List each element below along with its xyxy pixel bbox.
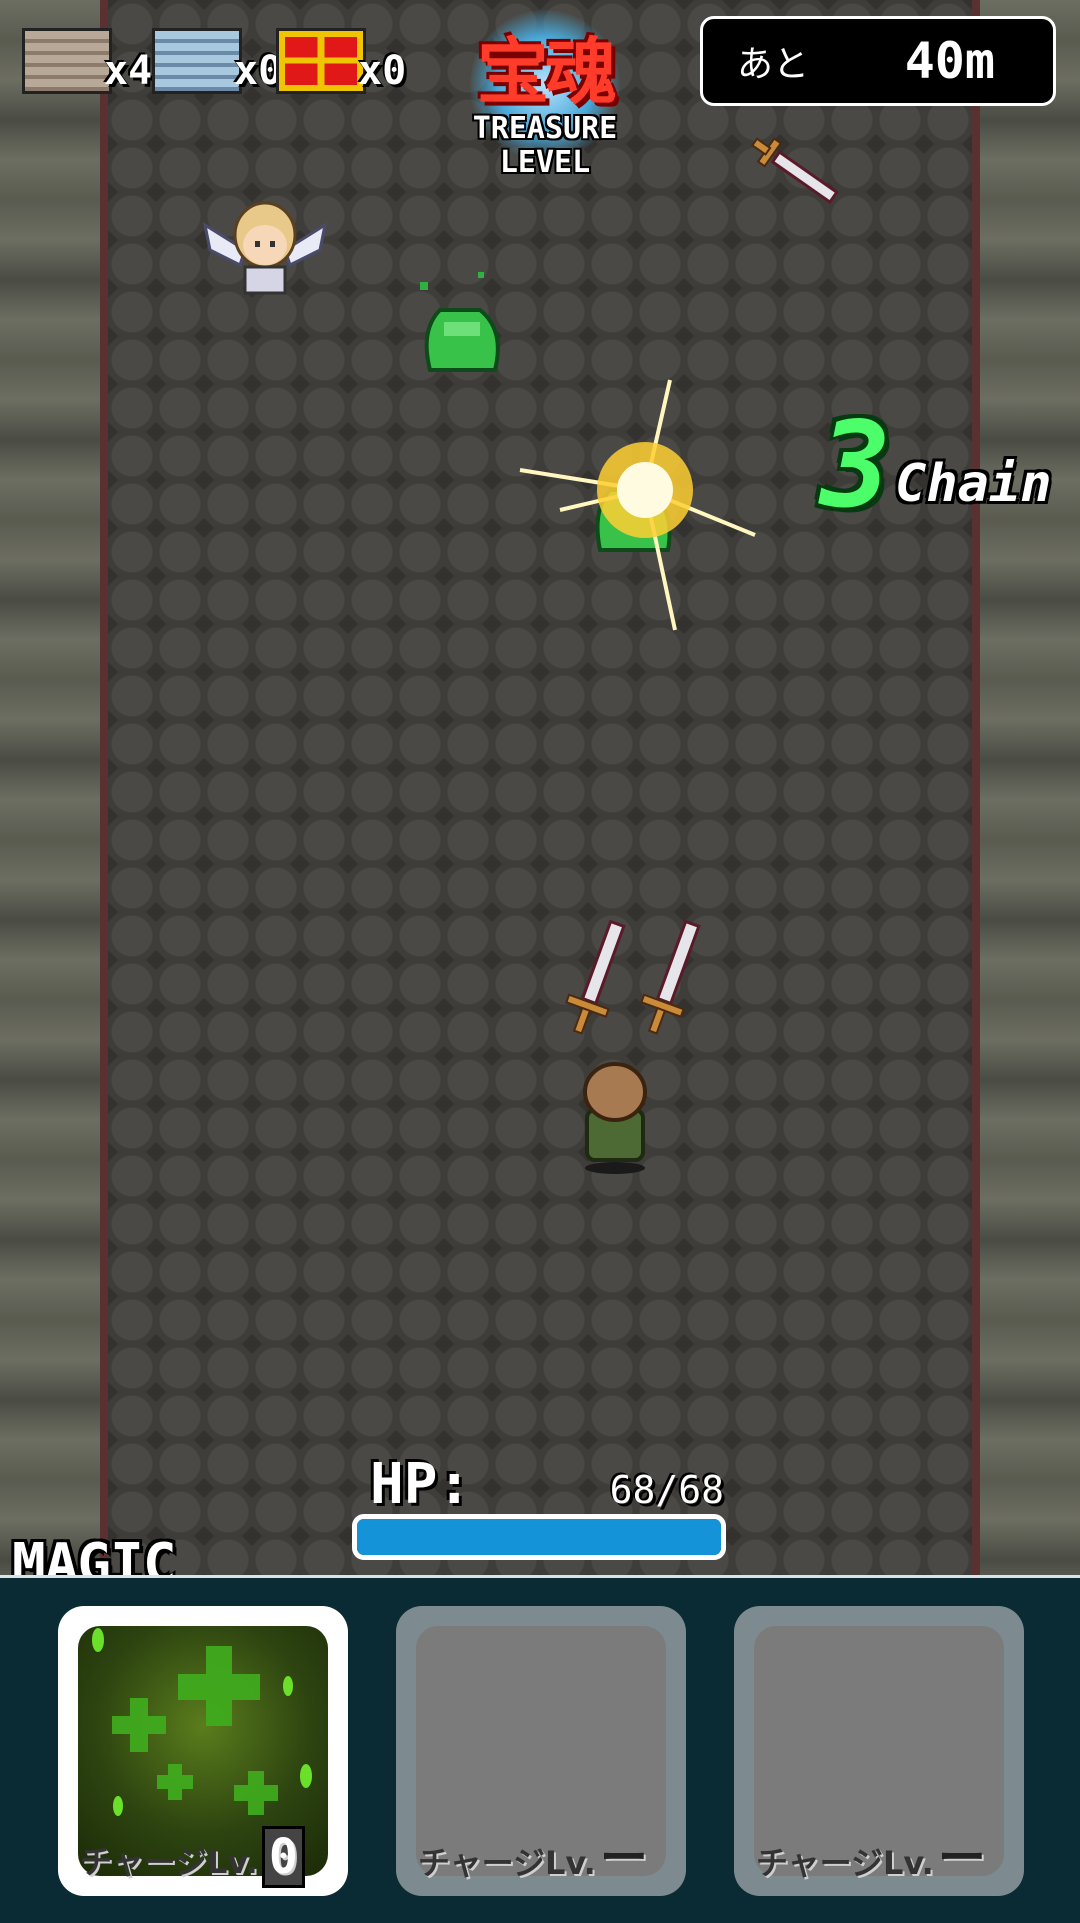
thrown-sword-sprite <box>751 137 839 205</box>
charge-level-label: チャージLv. <box>80 1843 258 1881</box>
dungeon-wall-left <box>0 0 108 1575</box>
silver-chest-count: x0 <box>234 48 283 94</box>
magic-panel: チャージLv. 0 チャージLv.ー チャージLv.ー <box>0 1575 1080 1923</box>
silver-chest-counter: x0 <box>152 28 282 94</box>
magic-slot-3-caption: チャージLv.ー <box>756 1818 986 1888</box>
distance-value: 40m <box>904 32 995 90</box>
hp-bar <box>352 1514 726 1560</box>
magic-slot-2-caption: チャージLv.ー <box>418 1818 648 1888</box>
hp-value: 68/68 <box>609 1468 724 1512</box>
hit-effect-explosion <box>519 379 756 631</box>
fairy-ally-sprite <box>202 201 328 295</box>
charge-level-label: チャージLv. <box>756 1844 934 1882</box>
charge-level-value: 0 <box>261 1826 305 1888</box>
wooden-chest-counter: x4 <box>22 28 152 94</box>
gold-chest-counter: x0 <box>276 28 406 94</box>
charge-level-value: ー <box>937 1830 986 1886</box>
distance-label: あと <box>737 44 810 85</box>
game-field[interactable]: 3 Chain x4 x0 x0 宝魂 TREASURE LEVEL あと 40… <box>0 0 1080 1575</box>
chain-label: Chain <box>895 454 1052 514</box>
charge-level-label: チャージLv. <box>418 1844 596 1882</box>
hp-label: HP: <box>370 1452 472 1517</box>
chain-number: 3 <box>820 396 892 534</box>
magic-slot-2[interactable]: チャージLv.ー <box>396 1606 686 1896</box>
treasure-label-line2: LEVEL <box>499 145 591 180</box>
player-hero-sprite[interactable] <box>575 1060 655 1175</box>
silver-chest-icon <box>152 28 242 94</box>
distance-remaining-box: あと 40m <box>700 16 1056 106</box>
gold-chest-count: x0 <box>358 48 407 94</box>
magic-label: MAGIC <box>12 1532 177 1575</box>
magic-slot-1[interactable]: チャージLv. 0 <box>58 1606 348 1896</box>
charge-level-value: ー <box>599 1830 648 1886</box>
treasure-label-line1: TREASURE <box>472 111 618 146</box>
magic-slot-1-caption: チャージLv. 0 <box>80 1826 305 1888</box>
magic-slot-3[interactable]: チャージLv.ー <box>734 1606 1024 1896</box>
chain-counter: 3 Chain <box>820 396 1052 534</box>
treasure-level-gauge: 宝魂 TREASURE LEVEL <box>440 10 650 210</box>
gold-chest-icon <box>276 28 366 94</box>
treasure-kanji: 宝魂 <box>476 30 617 114</box>
player-swords-sprite <box>565 919 701 1035</box>
top-hud: x4 x0 x0 宝魂 TREASURE LEVEL あと 40m <box>0 0 1080 180</box>
wooden-chest-icon <box>22 28 112 94</box>
wooden-chest-count: x4 <box>104 48 153 94</box>
hp-bar-fill <box>357 1519 721 1555</box>
green-slime-enemy[interactable] <box>410 270 510 380</box>
dungeon-wall-right <box>972 0 1080 1575</box>
